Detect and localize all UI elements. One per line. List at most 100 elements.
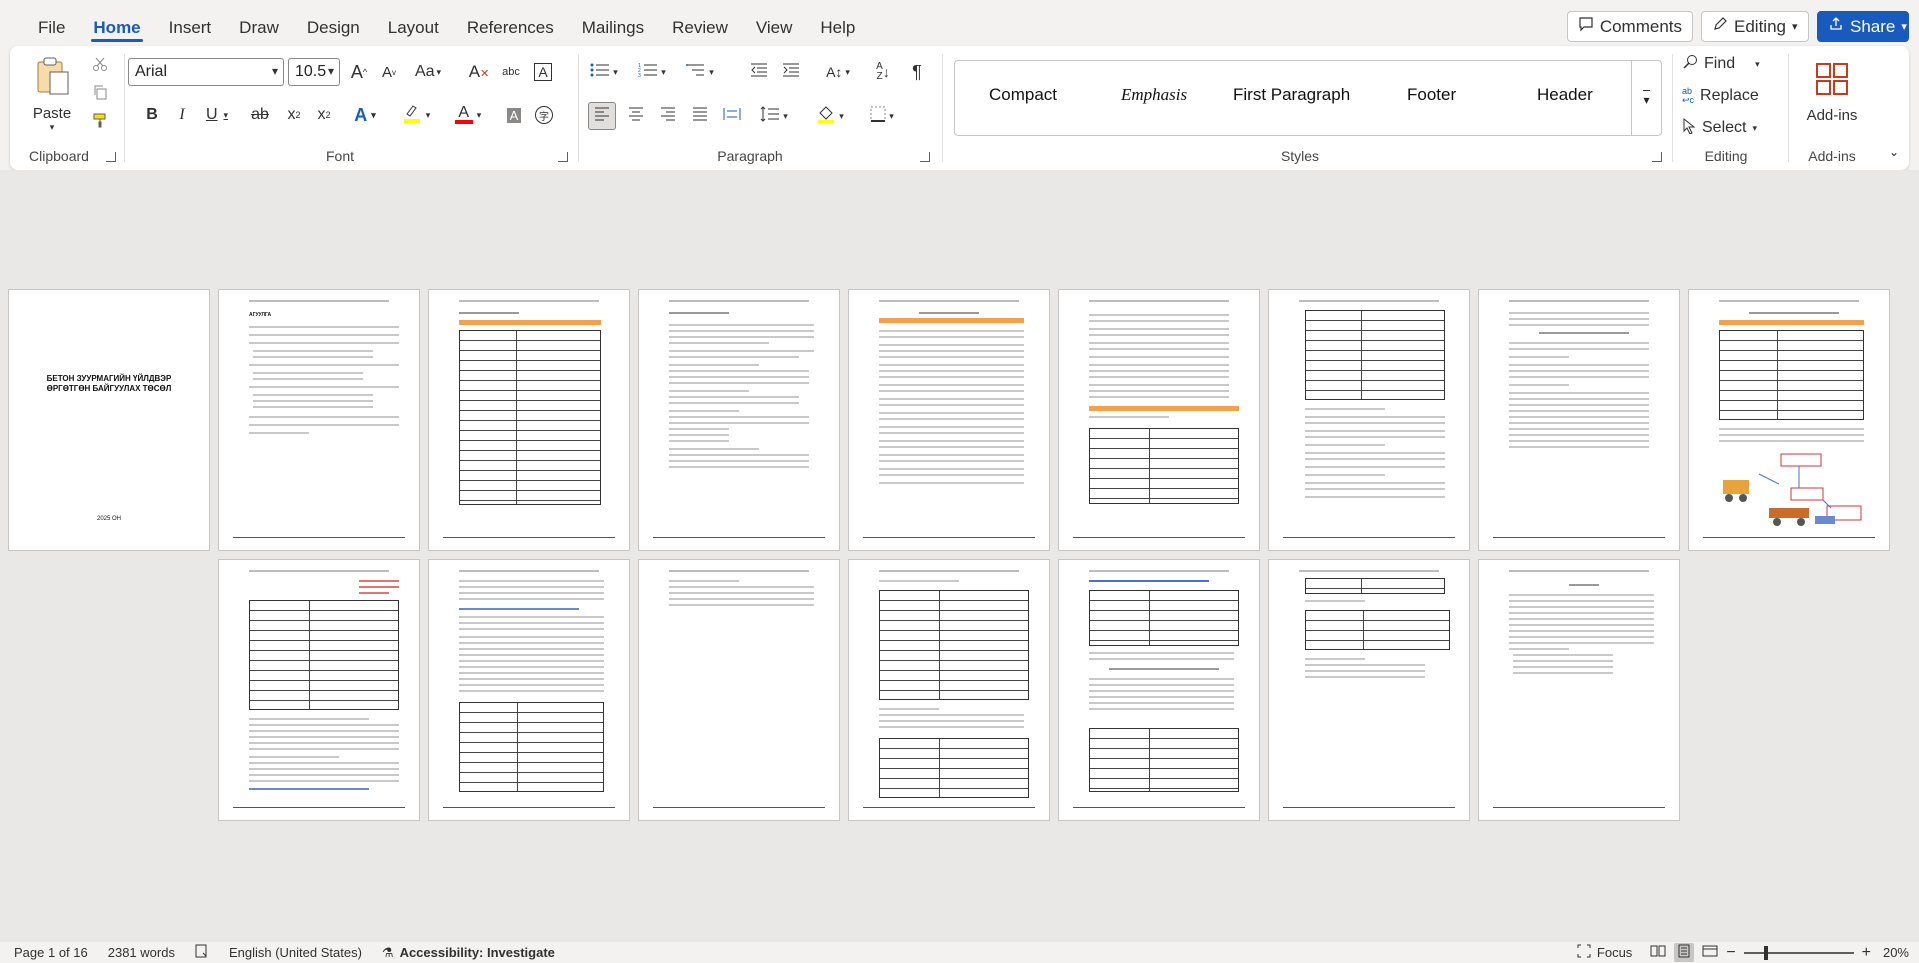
show-formatting-button[interactable]: ¶ xyxy=(904,60,930,84)
superscript-button[interactable]: x2 xyxy=(312,102,336,128)
page-4[interactable] xyxy=(638,289,840,551)
bold-button[interactable]: B xyxy=(140,102,164,128)
print-layout-icon[interactable] xyxy=(1674,943,1695,962)
accessibility-status[interactable]: ⚗ Accessibility: Investigate xyxy=(372,945,565,961)
strikethrough-button[interactable]: ab xyxy=(246,102,274,128)
comments-button[interactable]: Comments xyxy=(1566,11,1693,42)
text-direction-button[interactable]: A↕ ▾ xyxy=(818,60,858,84)
zoom-level[interactable]: 20% xyxy=(1879,945,1909,960)
align-center-button[interactable] xyxy=(622,102,650,130)
shrink-font-button[interactable]: Av xyxy=(376,60,402,84)
italic-button[interactable]: I xyxy=(170,102,194,128)
collapse-ribbon-button[interactable]: ⌄ xyxy=(1886,144,1902,160)
page-14[interactable] xyxy=(1058,559,1260,821)
align-left-button[interactable] xyxy=(588,102,616,130)
font-name-combo[interactable]: Arial ▾ xyxy=(128,58,284,86)
clipboard-launcher[interactable] xyxy=(106,152,116,162)
page-2[interactable]: АГУУЛГА xyxy=(218,289,420,551)
styles-expand-button[interactable]: ▾ xyxy=(1631,61,1661,135)
grow-font-button[interactable]: A ^ xyxy=(346,60,372,84)
borders-button[interactable]: ▾ xyxy=(862,102,902,130)
tab-design[interactable]: Design xyxy=(293,0,374,46)
paste-button[interactable]: Paste ▾ xyxy=(26,56,78,132)
page-12[interactable] xyxy=(638,559,840,821)
styles-launcher[interactable] xyxy=(1652,152,1662,162)
line-spacing-button[interactable]: ▾ xyxy=(754,102,794,130)
editing-mode-button[interactable]: Editing ▾ xyxy=(1701,11,1809,42)
page-9[interactable] xyxy=(1688,289,1890,551)
page-6[interactable] xyxy=(1058,289,1260,551)
page-15[interactable] xyxy=(1268,559,1470,821)
change-case-button[interactable]: Aa ▾ xyxy=(408,60,448,84)
sort-button[interactable]: A Z ↓ xyxy=(870,60,896,84)
language-status[interactable]: English (United States) xyxy=(219,945,372,960)
share-button[interactable]: Share ▾ xyxy=(1817,11,1909,42)
tab-references[interactable]: References xyxy=(453,0,568,46)
distributed-button[interactable] xyxy=(718,102,746,130)
zoom-slider[interactable] xyxy=(1743,945,1854,960)
enclose-characters-button[interactable]: 字 xyxy=(532,102,556,128)
underline-button[interactable]: U ▾ xyxy=(200,102,234,128)
page-1[interactable]: БЕТОН ЗУУРМАГИЙН ҮЙЛДВЭР ӨРГӨТГӨН БАЙГУУ… xyxy=(8,289,210,551)
font-color-button[interactable]: A ▾ xyxy=(446,102,490,128)
style-header[interactable]: Header xyxy=(1537,85,1593,105)
bullets-button[interactable]: ▾ xyxy=(584,60,624,84)
page-count[interactable]: Page 1 of 16 xyxy=(0,945,98,960)
highlight-color-button[interactable]: ▾ xyxy=(394,102,438,128)
clear-formatting-button[interactable]: A✕ xyxy=(466,60,492,84)
document-canvas[interactable]: БЕТОН ЗУУРМАГИЙН ҮЙЛДВЭР ӨРГӨТГӨН БАЙГУУ… xyxy=(0,170,1919,942)
word-count[interactable]: 2381 words xyxy=(98,945,185,960)
paragraph-launcher[interactable] xyxy=(920,152,930,162)
page-8[interactable] xyxy=(1478,289,1680,551)
page-13[interactable] xyxy=(848,559,1050,821)
decrease-indent-button[interactable] xyxy=(746,60,772,84)
text-effects-button[interactable]: A ▾ xyxy=(346,102,384,128)
subscript-button[interactable]: x2 xyxy=(282,102,306,128)
numbering-button[interactable]: 123 ▾ xyxy=(632,60,672,84)
zoom-in-icon[interactable]: + xyxy=(1862,944,1871,962)
text-effects-abc-button[interactable]: abc xyxy=(498,60,524,84)
tab-file[interactable]: File xyxy=(24,0,79,46)
zoom-out-icon[interactable]: − xyxy=(1726,944,1735,962)
format-painter-button[interactable] xyxy=(88,110,112,134)
page-16[interactable] xyxy=(1478,559,1680,821)
styles-gallery[interactable]: Compact Emphasis First Paragraph Footer … xyxy=(954,60,1662,136)
paragraph-shading-button[interactable]: ▾ xyxy=(810,102,850,130)
zoom-thumb[interactable] xyxy=(1763,945,1768,960)
tab-help[interactable]: Help xyxy=(806,0,869,46)
page-3[interactable] xyxy=(428,289,630,551)
multilevel-list-button[interactable]: ▾ xyxy=(680,60,720,84)
select-button[interactable]: Select ▾ xyxy=(1682,116,1776,140)
style-emphasis[interactable]: Emphasis xyxy=(1121,85,1187,105)
cut-button[interactable] xyxy=(88,54,112,78)
page-5[interactable] xyxy=(848,289,1050,551)
read-mode-icon[interactable] xyxy=(1650,944,1666,961)
copy-button[interactable] xyxy=(88,82,112,106)
shading-button[interactable]: A xyxy=(502,102,526,128)
style-first-paragraph[interactable]: First Paragraph xyxy=(1233,85,1357,105)
replace-button[interactable]: ab ↩c Replace xyxy=(1682,84,1776,108)
page-11[interactable] xyxy=(428,559,630,821)
tab-review[interactable]: Review xyxy=(658,0,742,46)
page-10[interactable] xyxy=(218,559,420,821)
tab-home[interactable]: Home xyxy=(79,0,154,46)
tab-draw[interactable]: Draw xyxy=(225,0,293,46)
add-ins-button[interactable]: Add-ins xyxy=(1796,50,1868,136)
increase-indent-button[interactable] xyxy=(778,60,804,84)
tab-layout[interactable]: Layout xyxy=(374,0,453,46)
align-right-button[interactable] xyxy=(654,102,682,130)
web-layout-icon[interactable] xyxy=(1702,944,1718,961)
font-size-combo[interactable]: 10.5 ▾ xyxy=(288,58,340,86)
tab-mailings[interactable]: Mailings xyxy=(568,0,658,46)
style-compact[interactable]: Compact xyxy=(989,85,1057,105)
tab-insert[interactable]: Insert xyxy=(155,0,226,46)
text-box-button[interactable]: A xyxy=(530,60,556,84)
proofing-status[interactable] xyxy=(185,944,219,961)
focus-button[interactable]: Focus xyxy=(1567,944,1642,961)
font-launcher[interactable] xyxy=(558,152,568,162)
justify-button[interactable] xyxy=(686,102,714,130)
tab-view[interactable]: View xyxy=(742,0,807,46)
style-footer[interactable]: Footer xyxy=(1407,85,1456,105)
find-button[interactable]: Find ▾ xyxy=(1682,52,1776,76)
page-7[interactable] xyxy=(1268,289,1470,551)
